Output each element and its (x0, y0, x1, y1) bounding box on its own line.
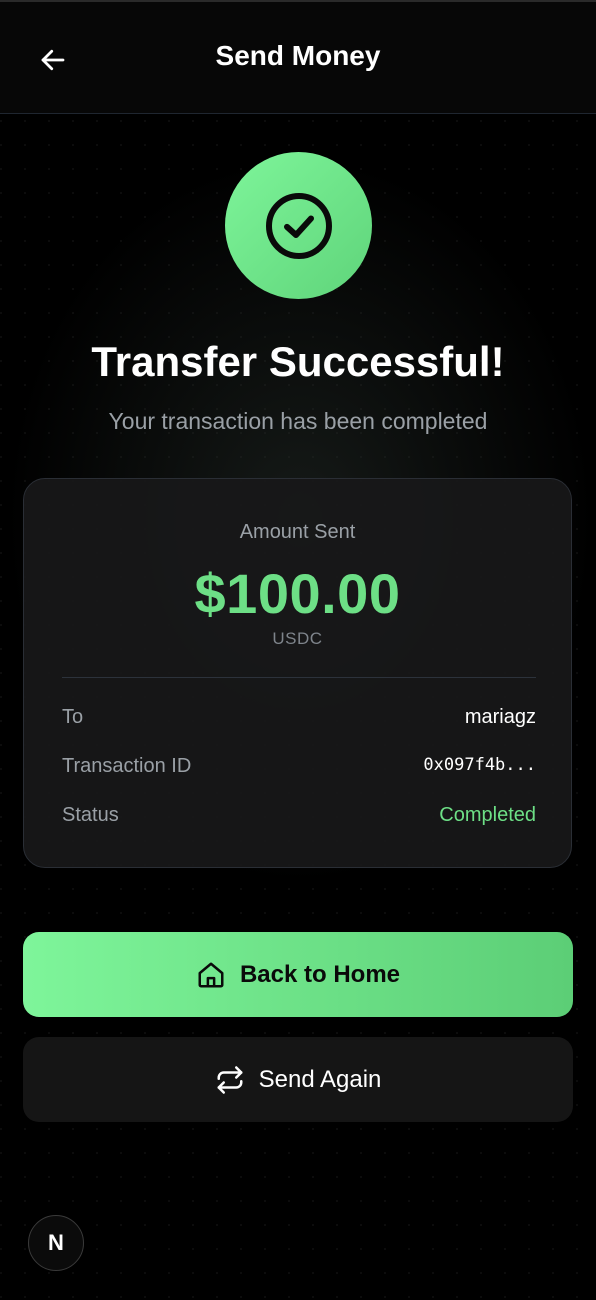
recipient-value: mariagz (464, 706, 536, 728)
send-again-button[interactable]: Send Again (23, 1037, 573, 1122)
app-header: Send Money (0, 2, 596, 114)
back-to-home-button[interactable]: Back to Home (23, 932, 573, 1017)
success-subtitle: Your transaction has been completed (108, 408, 488, 434)
recipient-row: To mariagz (62, 706, 536, 736)
amount-value: $100.00 (194, 562, 401, 625)
back-to-home-label: Back to Home (239, 960, 401, 988)
recipient-label: To (62, 706, 84, 728)
transaction-id-label: Transaction ID (62, 755, 192, 777)
amount-label: Amount Sent (239, 521, 356, 543)
n-logo-button[interactable]: N (28, 1215, 84, 1271)
success-badge (225, 152, 372, 299)
status-row: Status Completed (62, 804, 536, 834)
repeat-icon (217, 1065, 243, 1094)
status-label: Status (62, 804, 119, 826)
divider (62, 677, 536, 678)
check-circle-icon (265, 192, 332, 259)
status-value: Completed (439, 804, 536, 826)
transaction-id-value: 0x097f4b... (423, 755, 536, 775)
success-title: Transfer Successful! (91, 338, 505, 385)
transaction-id-row: Transaction ID 0x097f4b... (62, 755, 536, 785)
send-again-label: Send Again (258, 1065, 382, 1093)
page-title: Send Money (215, 40, 381, 71)
transaction-summary-card: Amount Sent $100.00 USDC To mariagz Tran… (23, 478, 572, 868)
n-logo-letter: N (48, 1230, 64, 1255)
home-icon (198, 962, 224, 987)
amount-currency: USDC (272, 629, 323, 648)
